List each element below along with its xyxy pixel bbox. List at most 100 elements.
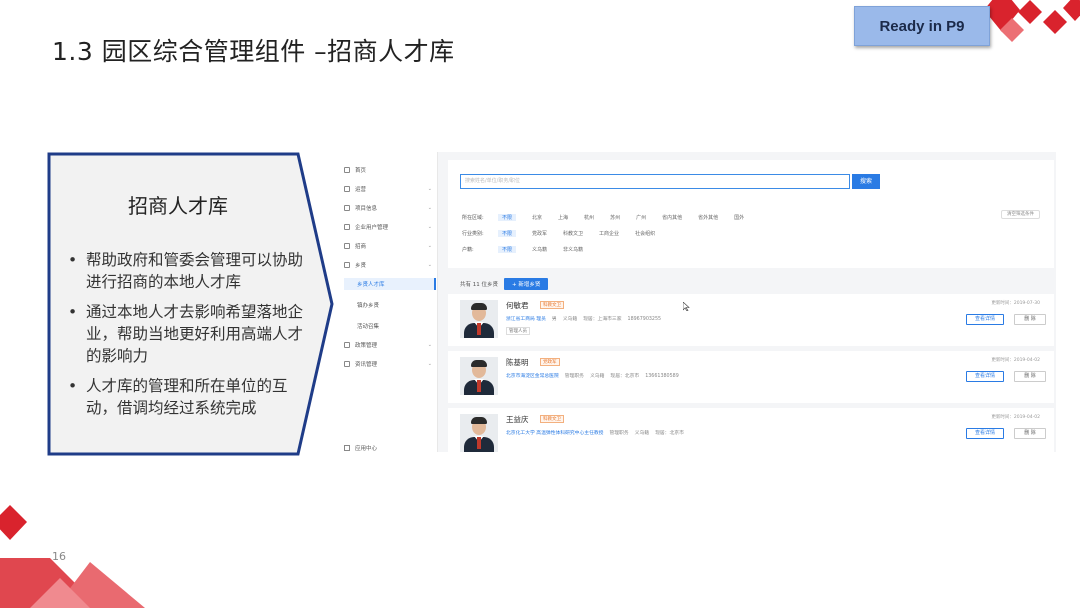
industry-tag: 科教文卫 <box>540 415 564 423</box>
sidebar-app-center[interactable]: 应用中心 <box>344 444 377 452</box>
org-link[interactable]: 北京化工大学 高温弹性体科研究中心主任教授 <box>506 431 603 436</box>
info-field: 义乌籍 <box>589 374 605 379</box>
info-field: 现居：北京市 <box>610 374 640 379</box>
sidebar-item-label: 镇办乡贤 <box>357 303 380 309</box>
app-center-label: 应用中心 <box>355 446 378 452</box>
person-name[interactable]: 何敏君 <box>506 300 529 311</box>
chevron-down-icon: ⌄ <box>427 224 432 230</box>
sidebar-item-policy[interactable]: 政策管理 ⌄ <box>344 339 436 351</box>
filter-option[interactable]: 不限 <box>498 245 517 253</box>
filter-option[interactable]: 上海 <box>558 214 568 221</box>
filter-option[interactable]: 广州 <box>636 214 646 221</box>
page-number: 16 <box>52 550 66 563</box>
apps-icon <box>344 445 350 451</box>
info-field: 13661380589 <box>645 374 679 379</box>
bullet-dot: • <box>68 303 78 321</box>
sidebar-item-events[interactable]: 活动召集 <box>344 320 436 332</box>
sidebar-item-town-xiangxian[interactable]: 镇办乡贤 <box>344 299 436 311</box>
person-info: 北京市海淀区金常总医院 管理职务 义乌籍 现居：北京市 13661380589 <box>506 372 685 379</box>
updated-date: 更新时间：2019-04-02 <box>991 415 1040 420</box>
app-main: 搜索姓名/单位/职务/职位 搜索 所在区域: 不限 北京 上海 杭州 苏州 广州… <box>448 160 1054 452</box>
bullet-text: 帮助政府和管委会管理可以协助进行招商的本地人才库 <box>86 251 304 291</box>
clear-filters-button[interactable]: 清空筛选条件 <box>1001 210 1040 219</box>
filter-option[interactable]: 省外其他 <box>698 214 718 221</box>
filter-option[interactable]: 苏州 <box>610 214 620 221</box>
search-button[interactable]: 搜索 <box>852 174 880 189</box>
sidebar-item-label: 招商 <box>355 244 367 250</box>
add-xiangxian-button[interactable]: + 新增乡贤 <box>504 278 549 290</box>
view-details-button[interactable]: 查看详情 <box>966 371 1004 382</box>
app-sidebar: 首页 运营 ⌄ 项目信息 ⌄ 企业用户管理 ⌄ 招商 ⌄ 乡贤 ⌄ 乡贤人才库 镇办乡贤 … <box>338 152 438 452</box>
sidebar-item-home[interactable]: 首页 <box>344 164 436 176</box>
sidebar-item-news[interactable]: 资讯管理 ⌄ <box>344 358 436 370</box>
user-icon <box>344 224 350 230</box>
chevron-down-icon: ⌄ <box>427 342 432 348</box>
sidebar-item-label: 资讯管理 <box>355 362 378 368</box>
sidebar-item-operations[interactable]: 运营 ⌄ <box>344 183 436 195</box>
sidebar-item-projects[interactable]: 项目信息 ⌄ <box>344 202 436 214</box>
callout-content: 招商人才库 • 帮助政府和管委会管理可以协助进行招商的本地人才库 • 通过本地人才去… <box>48 153 308 451</box>
globe-icon <box>344 243 350 249</box>
chevron-down-icon: ⌄ <box>427 361 432 367</box>
avatar <box>460 414 498 452</box>
bullet-dot: • <box>68 251 78 269</box>
doc-icon <box>344 342 350 348</box>
org-link[interactable]: 北京市海淀区金常总医院 <box>506 374 559 379</box>
talent-card: 陈基明 党政军 北京市海淀区金常总医院 管理职务 义乌籍 现居：北京市 13661380… <box>448 351 1054 403</box>
person-info: 北京化工大学 高温弹性体科研究中心主任教授 管理职务 义乌籍 现居：北京市 <box>506 429 690 436</box>
avatar <box>460 357 498 395</box>
filter-option[interactable]: 不限 <box>498 229 517 237</box>
ready-badge: Ready in P9 <box>854 6 990 46</box>
callout-bullet: • 通过本地人才去影响希望落地企业，帮助当地更好利用高端人才的影响力 <box>60 301 310 367</box>
search-input[interactable]: 搜索姓名/单位/职务/职位 <box>460 174 850 189</box>
sidebar-item-label: 项目信息 <box>355 206 378 212</box>
info-field: 18967903255 <box>627 317 662 322</box>
sidebar-item-talent-pool[interactable]: 乡贤人才库 <box>344 278 436 290</box>
project-icon <box>344 205 350 211</box>
delete-button[interactable]: 删 除 <box>1014 371 1046 382</box>
filter-option[interactable]: 省内其他 <box>662 214 682 221</box>
filter-label: 行业类别: <box>462 230 484 237</box>
people-icon <box>344 262 350 268</box>
org-link[interactable]: 浙江省工商局 理员 <box>506 317 546 322</box>
sidebar-item-label: 政策管理 <box>355 343 378 349</box>
filter-option[interactable]: 科教文卫 <box>563 230 583 237</box>
person-name[interactable]: 王益庆 <box>506 414 529 425</box>
info-field: 义乌籍 <box>562 317 578 322</box>
info-field: 义乌籍 <box>634 431 650 436</box>
filter-option[interactable]: 非义乌籍 <box>563 246 583 253</box>
filter-option[interactable]: 不限 <box>498 213 517 221</box>
avatar <box>460 300 498 338</box>
talent-card: 王益庆 科教文卫 北京化工大学 高温弹性体科研究中心主任教授 管理职务 义乌籍 现居：… <box>448 408 1054 452</box>
industry-tag: 科教文卫 <box>540 301 564 309</box>
view-details-button[interactable]: 查看详情 <box>966 314 1004 325</box>
filter-option[interactable]: 义乌籍 <box>532 246 547 253</box>
filter-option[interactable]: 北京 <box>532 214 542 221</box>
filter-option[interactable]: 杭州 <box>584 214 594 221</box>
person-name[interactable]: 陈基明 <box>506 357 529 368</box>
bullet-text: 人才库的管理和所在单位的互动，借调均经过系统完成 <box>86 377 288 417</box>
filter-option[interactable]: 国外 <box>734 214 744 221</box>
delete-button[interactable]: 删 除 <box>1014 314 1046 325</box>
callout-bullet-list: • 帮助政府和管委会管理可以协助进行招商的本地人才库 • 通过本地人才去影响希望落地… <box>60 249 310 427</box>
info-field: 现居：北京市 <box>655 431 684 436</box>
filter-row-region: 所在区域: 不限 北京 上海 杭州 苏州 广州 省内其他 省外其他 国外 <box>462 212 760 222</box>
filter-row-industry: 行业类别: 不限 党政军 科教文卫 工商企业 社会组织 <box>462 228 671 238</box>
talent-card: 何敏君 科教文卫 浙江省工商局 理员男义乌籍 现居：上海市三家 1896790325… <box>448 294 1054 346</box>
sidebar-item-enterprise-users[interactable]: 企业用户管理 ⌄ <box>344 221 436 233</box>
filter-option[interactable]: 党政军 <box>532 230 547 237</box>
filter-option[interactable]: 工商企业 <box>599 230 619 237</box>
sidebar-item-investment[interactable]: 招商 ⌄ <box>344 240 436 252</box>
slide-title: 1.3 园区综合管理组件 –招商人才库 <box>52 37 455 66</box>
info-field: 现居：上海市三家 <box>583 317 622 322</box>
filter-option[interactable]: 社会组织 <box>635 230 655 237</box>
top-right-diamond-decoration <box>984 0 1080 42</box>
sidebar-item-xiangxian[interactable]: 乡贤 ⌄ <box>344 259 436 271</box>
delete-button[interactable]: 删 除 <box>1014 428 1046 439</box>
sidebar-item-label: 活动召集 <box>357 324 380 330</box>
chevron-down-icon: ⌄ <box>427 186 432 192</box>
search-panel: 搜索姓名/单位/职务/职位 搜索 所在区域: 不限 北京 上海 杭州 苏州 广州… <box>448 160 1054 268</box>
role-tag: 管理人员 <box>506 327 530 335</box>
sidebar-item-label: 乡贤人才库 <box>357 282 385 288</box>
view-details-button[interactable]: 查看详情 <box>966 428 1004 439</box>
